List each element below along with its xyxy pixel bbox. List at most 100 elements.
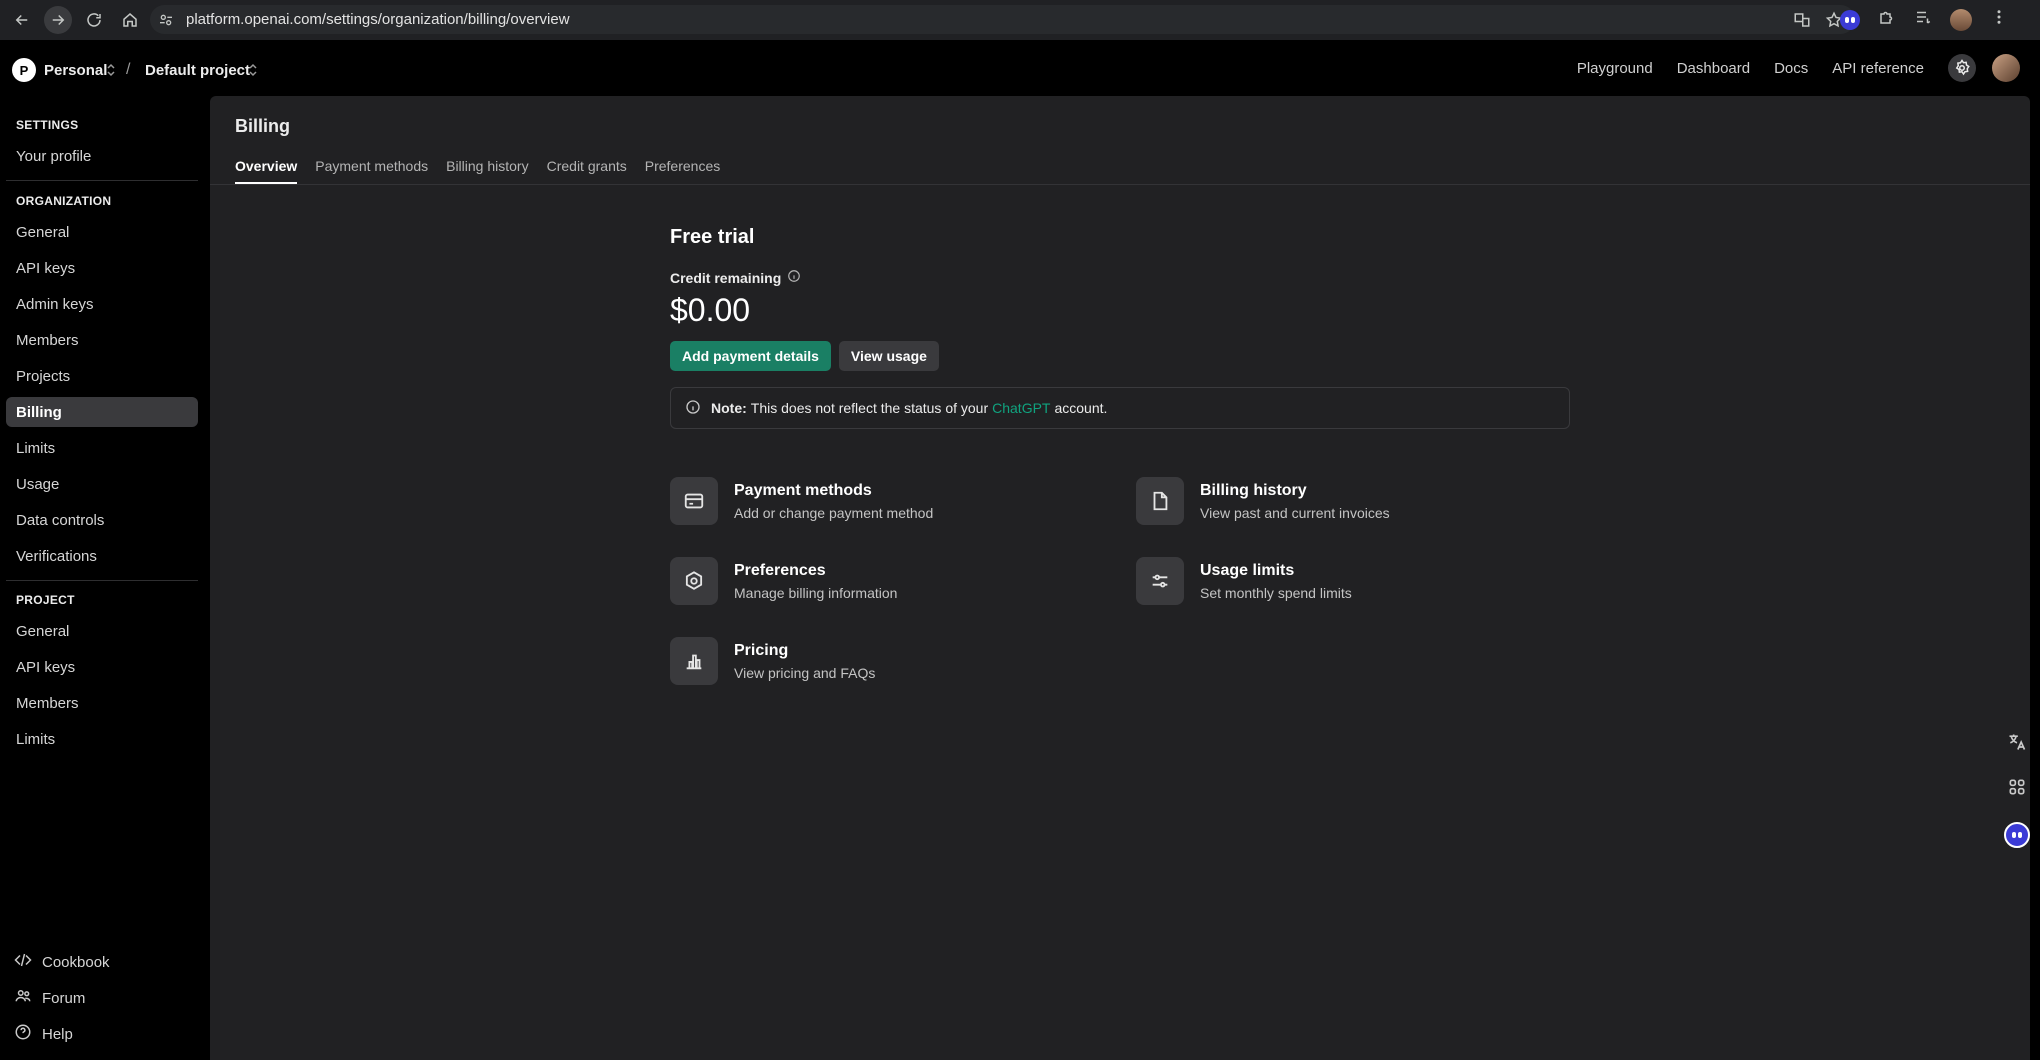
info-icon: [685, 399, 711, 418]
card-preferences[interactable]: Preferences Manage billing information: [670, 557, 1136, 605]
sidebar-item-your-profile[interactable]: Your profile: [6, 141, 198, 171]
organization-heading: ORGANIZATION: [16, 194, 112, 208]
sidebar-item-projects[interactable]: Projects: [6, 361, 198, 391]
chatgpt-link[interactable]: ChatGPT: [992, 400, 1050, 416]
back-icon[interactable]: [8, 6, 36, 34]
settings-heading: SETTINGS: [16, 118, 79, 132]
project-switcher[interactable]: Default project: [145, 62, 250, 79]
sidebar-link-help[interactable]: Help: [14, 1022, 73, 1046]
sidebar-link-cookbook[interactable]: Cookbook: [14, 950, 110, 974]
sidebar-item-project-general[interactable]: General: [6, 616, 198, 646]
home-icon[interactable]: [116, 6, 144, 34]
card-title: Pricing: [734, 641, 789, 659]
billing-overview: Free trial Credit remaining $0.00 Add pa…: [670, 226, 1570, 685]
user-avatar[interactable]: [1992, 54, 2020, 82]
sliders-icon: [1136, 557, 1184, 605]
sidebar-link-label: Cookbook: [42, 953, 110, 971]
tab-overview[interactable]: Overview: [235, 148, 298, 184]
sidebar-item-admin-keys[interactable]: Admin keys: [6, 289, 198, 319]
site-settings-icon[interactable]: [158, 12, 174, 28]
nav-link-docs[interactable]: Docs: [1774, 60, 1808, 77]
sidebar-item-verifications[interactable]: Verifications: [6, 541, 198, 571]
browser-toolbar: platform.openai.com/settings/organizatio…: [0, 0, 2040, 40]
nav-link-api-reference[interactable]: API reference: [1832, 60, 1924, 77]
card-billing-history[interactable]: Billing history View past and current in…: [1136, 477, 1570, 525]
sidebar-link-label: Help: [42, 1025, 73, 1043]
browser-profile-avatar[interactable]: [1950, 8, 1972, 31]
chevron-updown-icon[interactable]: [248, 63, 258, 77]
gear-icon: [670, 557, 718, 605]
reading-list-icon[interactable]: [1914, 8, 1932, 31]
org-switcher[interactable]: Personal: [44, 62, 107, 79]
credit-balance: $0.00: [670, 292, 751, 328]
people-icon: [14, 987, 42, 1009]
translate-icon[interactable]: [1793, 11, 1811, 34]
note-label: Note:: [711, 400, 747, 416]
plan-title: Free trial: [670, 226, 755, 248]
sidebar-item-billing[interactable]: Billing: [6, 397, 198, 427]
settings-sidebar: SETTINGS Your profile ORGANIZATION Gener…: [0, 96, 210, 1060]
chevron-updown-icon[interactable]: [106, 63, 116, 77]
document-icon: [1136, 477, 1184, 525]
reload-icon[interactable]: [80, 6, 108, 34]
sidebar-item-general[interactable]: General: [6, 217, 198, 247]
sidebar-item-project-members[interactable]: Members: [6, 688, 198, 718]
breadcrumb-separator: /: [126, 61, 131, 78]
note-text-end: account.: [1054, 400, 1108, 416]
card-subtitle: Add or change payment method: [734, 504, 934, 521]
sidebar-link-label: Forum: [42, 989, 86, 1007]
card-subtitle: Set monthly spend limits: [1200, 584, 1352, 601]
card-payment-methods[interactable]: Payment methods Add or change payment me…: [670, 477, 1136, 525]
card-title: Usage limits: [1200, 561, 1295, 579]
chatgpt-note: Note: This does not reflect the status o…: [670, 387, 1570, 429]
credit-remaining-label: Credit remaining: [670, 269, 1570, 286]
extensions-puzzle-icon[interactable]: [1878, 8, 1896, 31]
card-subtitle: Manage billing information: [734, 584, 898, 601]
credit-label-text: Credit remaining: [670, 269, 782, 286]
sidebar-item-project-api-keys[interactable]: API keys: [6, 652, 198, 682]
tab-billing-history[interactable]: Billing history: [446, 148, 528, 184]
bar-chart-icon: [670, 637, 718, 685]
url-text[interactable]: platform.openai.com/settings/organizatio…: [186, 11, 570, 28]
view-usage-button[interactable]: View usage: [838, 341, 939, 371]
sidebar-item-members[interactable]: Members: [6, 325, 198, 355]
card-subtitle: View past and current invoices: [1200, 504, 1390, 521]
app-header: P Personal / Default project Playground …: [0, 40, 2040, 96]
sidebar-item-project-limits[interactable]: Limits: [6, 724, 198, 754]
card-title: Billing history: [1200, 481, 1307, 499]
address-bar[interactable]: platform.openai.com/settings/organizatio…: [150, 5, 1855, 34]
apps-grid-icon[interactable]: [2007, 777, 2027, 802]
code-icon: [14, 951, 42, 973]
tab-credit-grants[interactable]: Credit grants: [547, 148, 627, 184]
card-title: Payment methods: [734, 481, 872, 499]
card-subtitle: View pricing and FAQs: [734, 664, 876, 681]
sidebar-link-forum[interactable]: Forum: [14, 986, 85, 1010]
forward-icon[interactable]: [44, 6, 72, 34]
sidebar-item-data-controls[interactable]: Data controls: [6, 505, 198, 535]
help-circle-icon: [14, 1023, 42, 1045]
settings-gear-button[interactable]: [1948, 54, 1976, 82]
org-avatar[interactable]: P: [12, 58, 36, 82]
sidebar-divider: [6, 580, 198, 581]
sidebar-item-usage[interactable]: Usage: [6, 469, 198, 499]
browser-menu-icon[interactable]: [1990, 8, 2008, 31]
nav-link-playground[interactable]: Playground: [1577, 60, 1653, 77]
tab-preferences[interactable]: Preferences: [645, 148, 720, 184]
nav-link-dashboard[interactable]: Dashboard: [1677, 60, 1750, 77]
tabs-divider: [210, 184, 2030, 185]
sidebar-divider: [6, 180, 198, 181]
billing-shortcuts: Payment methods Add or change payment me…: [670, 477, 1570, 685]
sidebar-item-api-keys[interactable]: API keys: [6, 253, 198, 283]
assistant-bot-icon[interactable]: [2004, 822, 2030, 848]
billing-panel: Billing Overview Payment methods Billing…: [210, 96, 2030, 1060]
floating-extension-tools: [1998, 732, 2036, 848]
sidebar-item-limits[interactable]: Limits: [6, 433, 198, 463]
translate-icon[interactable]: [2007, 732, 2027, 757]
extension-bot-icon[interactable]: [1840, 9, 1860, 30]
tab-payment-methods[interactable]: Payment methods: [315, 148, 428, 184]
card-pricing[interactable]: Pricing View pricing and FAQs: [670, 637, 1136, 685]
info-icon[interactable]: [781, 269, 801, 286]
card-usage-limits[interactable]: Usage limits Set monthly spend limits: [1136, 557, 1570, 605]
note-text: This does not reflect the status of your: [750, 400, 989, 416]
add-payment-details-button[interactable]: Add payment details: [670, 341, 831, 371]
